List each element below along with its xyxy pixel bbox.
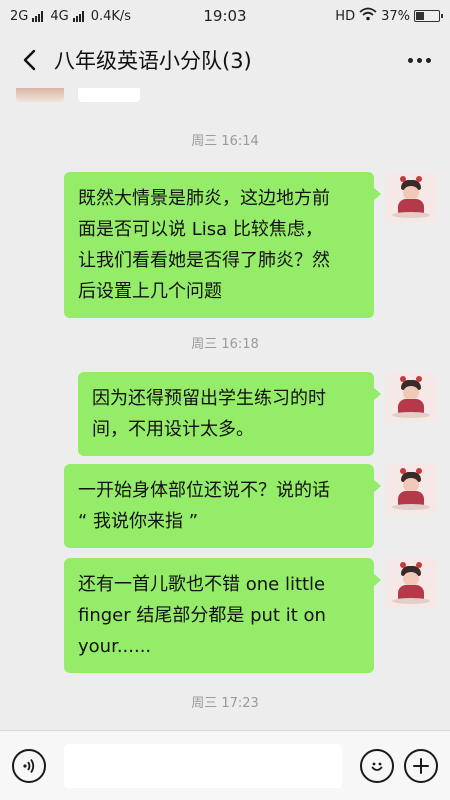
message-line: “ 我说你来指 ”: [78, 511, 199, 532]
signal-icon-2: [72, 10, 84, 22]
battery-icon: [414, 10, 443, 22]
chat-title: 八年级英语小分队(3): [54, 49, 252, 73]
network-speed: 0.4K/s: [90, 8, 132, 24]
status-right: HD 37%: [335, 7, 443, 25]
message-bubble[interactable]: 既然大情景是肺炎，这边地方前 面是否可以说 Lisa 比较焦虑， 让我们看看她是…: [64, 172, 381, 318]
wifi-icon: [359, 7, 377, 25]
message-line: 因为还得预留出学生练习的时: [92, 388, 326, 409]
message-line: your......: [78, 636, 152, 657]
message-line: 让我们看看她是否得了肺炎？然: [78, 250, 330, 271]
hd-label: HD: [335, 8, 356, 24]
message-row: 还有一首儿歌也不错 one little finger 结尾部分都是 put i…: [64, 558, 436, 673]
message-line: 后设置上几个问题: [78, 281, 222, 302]
status-bar: 2G 4G 0.4K/s 19:03 HD 37%: [0, 0, 450, 32]
message-bubble[interactable]: 还有一首儿歌也不错 one little finger 结尾部分都是 put i…: [64, 558, 381, 673]
message-line: 一开始身体部位还说不？说的话: [78, 480, 330, 501]
battery-fill: [416, 12, 425, 20]
network-label-2g: 2G: [10, 8, 29, 24]
avatar[interactable]: [386, 558, 436, 608]
plus-icon[interactable]: [404, 748, 438, 783]
more-dots-icon[interactable]: [402, 45, 436, 75]
voice-icon[interactable]: [12, 748, 46, 783]
message-line: finger 结尾部分都是 put it on: [78, 605, 326, 626]
avatar[interactable]: [16, 88, 64, 102]
chevron-left-icon[interactable]: [14, 45, 44, 75]
message-row: 因为还得预留出学生练习的时 间，不用设计太多。: [78, 372, 436, 456]
message-row: 一开始身体部位还说不？说的话 “ 我说你来指 ”: [64, 464, 436, 548]
signal-icon: [32, 10, 44, 22]
avatar[interactable]: [386, 464, 436, 514]
timestamp: 周三 16:18: [191, 337, 259, 352]
message-input[interactable]: [64, 743, 342, 788]
emoji-icon[interactable]: [360, 748, 394, 783]
message-row: 既然大情景是肺炎，这边地方前 面是否可以说 Lisa 比较焦虑， 让我们看看她是…: [64, 172, 436, 318]
input-bar: [0, 730, 450, 800]
avatar[interactable]: [386, 372, 436, 422]
timestamp: 周三 16:14: [191, 134, 259, 149]
message-line: 间，不用设计太多。: [92, 419, 254, 440]
partial-message-bubble[interactable]: [78, 88, 140, 102]
message-bubble[interactable]: 因为还得预留出学生练习的时 间，不用设计太多。: [78, 372, 381, 456]
network-label-4g: 4G: [50, 8, 69, 24]
message-line: 面是否可以说 Lisa 比较焦虑，: [78, 219, 323, 240]
title-bar: 八年级英语小分队(3): [0, 32, 450, 88]
chat-area[interactable]: 周三 16:14 既然大情景是肺炎，这边地方前 面是否可以说 Lisa 比较焦虑…: [0, 88, 450, 730]
status-left: 2G 4G 0.4K/s: [10, 9, 131, 24]
message-line: 还有一首儿歌也不错 one little: [78, 574, 326, 595]
avatar[interactable]: [386, 172, 436, 222]
message-bubble[interactable]: 一开始身体部位还说不？说的话 “ 我说你来指 ”: [64, 464, 381, 548]
message-line: 既然大情景是肺炎，这边地方前: [78, 188, 330, 209]
battery-percent: 37%: [381, 8, 410, 24]
timestamp: 周三 17:23: [191, 696, 259, 711]
